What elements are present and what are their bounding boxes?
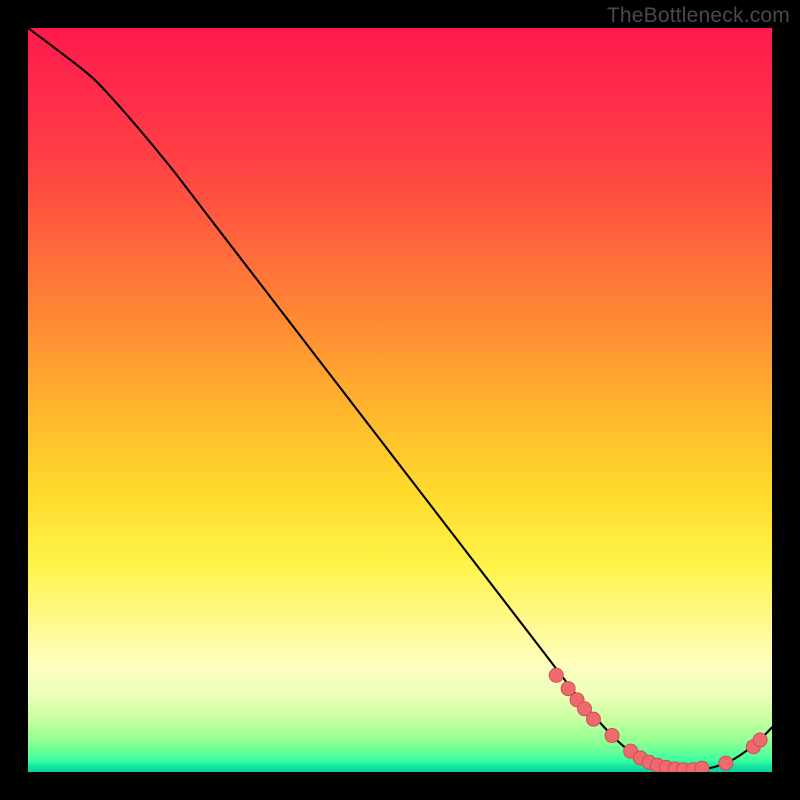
chart-frame: TheBottleneck.com — [0, 0, 800, 800]
curve-marker — [586, 712, 600, 726]
curve-marker — [605, 729, 619, 743]
watermark-text: TheBottleneck.com — [607, 4, 790, 28]
curve-marker — [549, 668, 563, 682]
curve-marker — [753, 733, 767, 747]
plot-area — [28, 28, 772, 772]
curve-marker — [695, 761, 709, 772]
curve-svg — [28, 28, 772, 772]
marker-group — [549, 668, 767, 772]
bottleneck-curve-path — [28, 28, 772, 770]
curve-marker — [719, 756, 733, 770]
